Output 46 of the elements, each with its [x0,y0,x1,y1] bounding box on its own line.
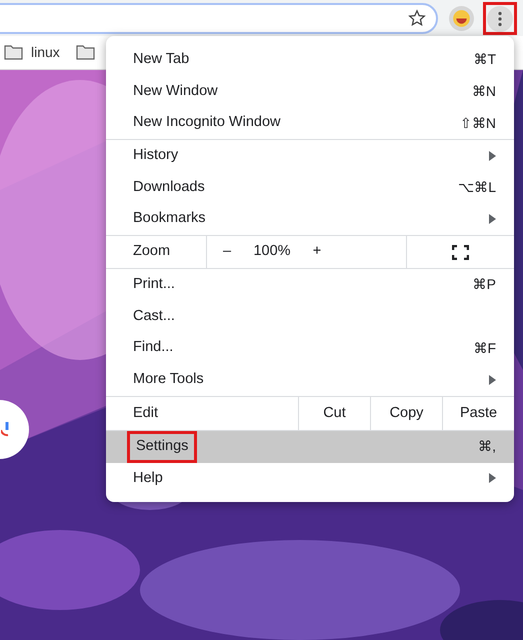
menu-item[interactable]: New Tab ⌘T [106,44,514,76]
menu-item-label: New Tab [132,50,190,69]
menu-item[interactable]: History [106,140,514,172]
menu-item-label: More Tools [132,370,205,390]
zoom-in-button[interactable]: + [297,241,337,263]
menu-item[interactable]: Help [106,462,514,494]
menu-item[interactable]: Print... ⌘P [106,269,514,301]
menu-button[interactable] [483,2,517,35]
shortcut-text: ⌘T [473,50,496,70]
folder-icon [76,45,95,60]
menu-item-label: New Window [132,82,219,101]
folder-icon [4,45,23,60]
bookmark[interactable] [76,45,95,60]
menu-item-label: Edit [132,404,159,422]
menu-item-label: Bookmarks [132,209,207,228]
menu-item-label: History [132,146,180,166]
bookmark[interactable]: linux [4,42,60,63]
shortcut-text: ⌘P [472,275,496,294]
shortcut-text: ⇧⌘N [460,114,496,133]
menu-item[interactable]: Find... ⌘F [106,332,514,364]
zoom-level: 100% [252,242,292,262]
shortcut-text: ⌥⌘L [458,178,496,198]
menu-item-label: Zoom [132,242,172,262]
menu-item[interactable]: Cast... [106,300,514,332]
shortcut-text: ⌘, [478,437,496,456]
menu-item[interactable]: Settings ⌘, [106,430,514,463]
zoom-out-button[interactable]: – [207,241,247,263]
more-icon [487,6,513,32]
menu-item-label: Settings [127,430,198,463]
fullscreen-icon [452,244,469,260]
menu-item-label: Cast... [132,306,176,326]
microphone-icon [1,422,9,438]
menu-item[interactable]: New Window ⌘N [106,76,514,108]
menu-item-label: Downloads [132,178,206,197]
menu-item[interactable]: Downloads ⌥⌘L [106,172,514,204]
menu-item[interactable]: More Tools [106,364,514,396]
avatar-icon[interactable] [449,6,474,31]
menu-item-label: Print... [132,275,176,294]
menu-item[interactable]: New Incognito Window ⇧⌘N [106,107,514,140]
shortcut-text: ⌘N [472,82,496,102]
menu-item-label: Find... [132,338,174,358]
menu-item-label: New Incognito Window [132,113,282,132]
menu-item[interactable]: Bookmarks [106,203,514,236]
shortcut-text: ⌘F [473,338,496,358]
star-icon[interactable] [408,9,426,27]
menu-item-label: Help [132,468,164,488]
